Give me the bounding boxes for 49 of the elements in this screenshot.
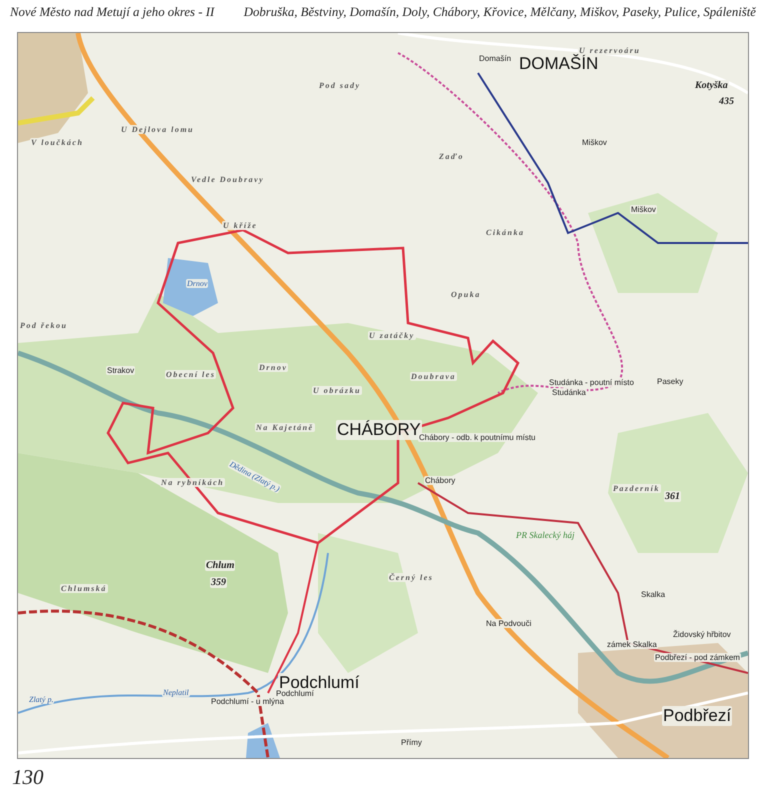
place-label: 435 (718, 96, 735, 107)
place-label: U zatáčky (368, 331, 416, 340)
water-label: Drnov (186, 279, 208, 288)
place-label: U obrázku (312, 386, 362, 395)
place-label: Černý les (388, 573, 434, 582)
place-label: Pazderník (612, 484, 661, 493)
place-label: Skalka (640, 590, 666, 599)
place-label: Studánka - poutní místo (548, 378, 635, 387)
place-label: Doubrava (410, 372, 457, 381)
place-label: Obecní les (165, 370, 216, 379)
place-label: Podbřezí - pod zámkem (654, 653, 741, 662)
place-label: zámek Skalka (606, 640, 658, 649)
place-label: Paseky (656, 377, 684, 386)
place-label: Na Podvouči (485, 619, 532, 628)
page-number: 130 (12, 765, 44, 790)
place-label: Na rybníkách (160, 478, 226, 487)
place-label: Opuka (450, 290, 482, 299)
water-label: Zlatý p. (28, 695, 54, 704)
place-list: Dobruška, Běstviny, Domašín, Doly, Chábory, Křovice, Mělčany, Miškov, Paseky, Pulice, Spáleniště (244, 5, 756, 20)
place-label: U kříže (222, 221, 258, 230)
place-label: Židovský hřbitov (672, 630, 732, 639)
place-label: Miškov (630, 205, 657, 214)
place-label: Drnov (258, 363, 288, 372)
place-label: V loučkách (30, 138, 84, 147)
place-label: Přímy (400, 738, 423, 747)
place-label: Pod řekou (19, 321, 68, 330)
place-label: Pod sady (318, 81, 362, 90)
place-label: Podchlumí - u mlýna (210, 697, 285, 706)
place-label: Chlumská (60, 584, 108, 593)
place-label: Zaďo (438, 152, 465, 161)
place-label: Strakov (106, 366, 136, 375)
place-label: Kotyška (694, 80, 729, 91)
place-label: Domašín (478, 54, 512, 63)
place-label: Miškov (581, 138, 608, 147)
place-label: Chábory - odb. k poutnímu místu (418, 433, 536, 442)
place-label: Vedle Doubravy (190, 175, 266, 184)
place-label: Chábory (424, 476, 456, 485)
place-label: Chlum (205, 560, 236, 571)
place-label: 359 (210, 577, 227, 588)
place-label: PR Skalecký háj (515, 530, 576, 540)
place-label: Podbřezí (662, 706, 732, 726)
place-label: U rezervoáru (578, 46, 642, 55)
water-label: Neplatil (162, 688, 190, 697)
place-label: 361 (664, 491, 681, 502)
place-label: Cikánka (485, 228, 526, 237)
atlas-title: Nové Město nad Metují a jeho okres - II (10, 5, 214, 20)
place-label: Studánka (551, 388, 587, 397)
place-label: Na Kajetáně (255, 423, 315, 432)
place-label: U Dejlova lomu (120, 125, 195, 134)
